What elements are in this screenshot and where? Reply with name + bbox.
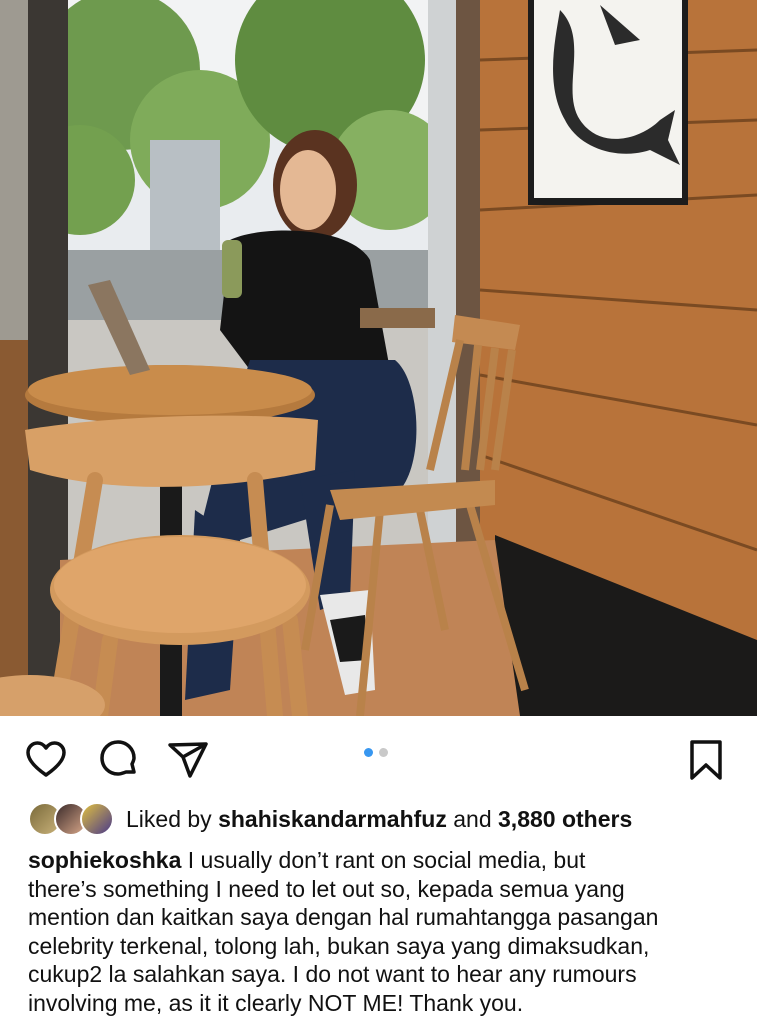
likes-row: Liked by shahiskandarmahfuz and 3,880 ot… [28,800,632,838]
caption-text: mention dan kaitkan saya dengan hal ruma… [28,904,659,931]
liker-username[interactable]: shahiskandarmahfuz [218,806,447,833]
caption-text: there’s something I need to let out so, … [28,875,625,902]
comment-bubble-icon[interactable] [96,738,140,782]
caption-line: mention dan kaitkan saya dengan hal ruma… [28,903,738,932]
paper-plane-icon[interactable] [166,738,210,782]
caption-text: involving me, as it it clearly NOT ME! T… [28,989,524,1016]
caption-line: celebrity terkenal, tolong lah, bukan sa… [28,932,738,961]
likes-prefix: Liked by [126,805,212,832]
carousel-indicator [364,748,388,757]
heart-icon[interactable] [24,738,68,782]
bookmark-icon[interactable] [684,738,728,782]
caption-text: celebrity terkenal, tolong lah, bukan sa… [28,932,650,959]
caption-line: cukup2 la salahkan saya. I do not want t… [28,960,738,989]
caption-text: I usually don’t rant on social media, bu… [187,847,586,873]
carousel-dot[interactable] [379,748,388,757]
caption-text: cukup2 la salahkan saya. I do not want t… [28,961,637,988]
caption-line: sophiekoshka I usually don’t rant on soc… [28,846,738,875]
caption-line: there’s something I need to let out so, … [28,875,738,904]
post-caption: sophiekoshka I usually don’t rant on soc… [28,846,738,1018]
liker-avatars[interactable] [28,802,114,836]
carousel-dot-active[interactable] [364,748,373,757]
caption-username[interactable]: sophiekoshka [28,847,181,873]
avatar [80,802,114,836]
likes-connector: and [453,805,492,832]
post-action-bar [0,716,757,800]
post-photo[interactable] [0,0,757,716]
likes-count[interactable]: 3,880 others [498,806,632,833]
caption-line: involving me, as it it clearly NOT ME! T… [28,989,738,1018]
